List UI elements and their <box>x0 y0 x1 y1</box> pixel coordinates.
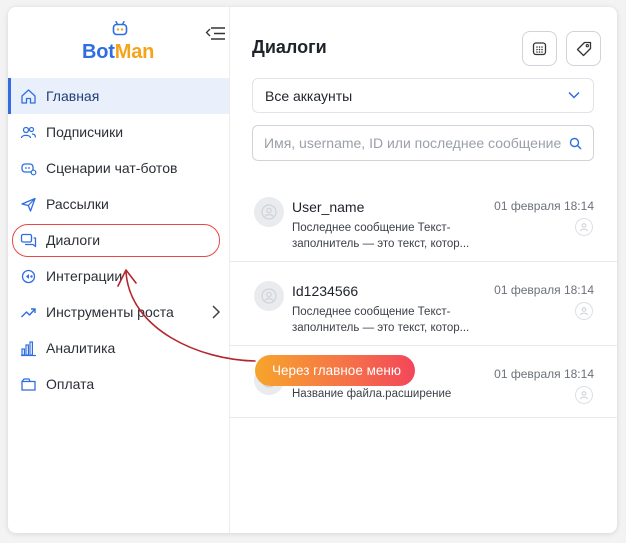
sidebar-item-mailings[interactable]: Рассылки <box>8 186 229 222</box>
logo-text-bot: Bot <box>82 41 115 63</box>
sidebar-item-subscribers[interactable]: Подписчики <box>8 114 229 150</box>
sidebar-item-payment[interactable]: Оплата <box>8 366 229 402</box>
sidebar-item-label: Интеграции <box>46 268 123 284</box>
calendar-icon <box>532 42 547 56</box>
logo-text-man: Man <box>114 41 155 63</box>
logo-text: BotMan <box>82 41 154 64</box>
search-icon[interactable] <box>569 137 582 150</box>
chevron-down-icon <box>568 91 580 99</box>
sidebar-item-analytics[interactable]: Аналитика <box>8 330 229 366</box>
main-menu: Главная Подписчики Сценарии чат-ботов Ра… <box>8 78 229 402</box>
dialog-last-message: Последнее сообщение Текст-заполнитель — … <box>292 222 470 250</box>
users-icon <box>20 124 37 141</box>
sidebar-item-dialogs[interactable]: Диалоги <box>8 222 229 258</box>
assigned-agent-icon <box>575 302 593 320</box>
sidebar-item-chatbot-scenarios[interactable]: Сценарии чат-ботов <box>8 150 229 186</box>
page-title: Диалоги <box>252 37 327 57</box>
dialogs-icon <box>20 232 37 249</box>
dialog-item[interactable]: Id1234566 Последнее сообщение Текст-запо… <box>230 262 617 346</box>
user-icon <box>261 204 277 220</box>
sidebar: BotMan Главная Подписчики Сценарии чат-б… <box>8 7 230 533</box>
calendar-button[interactable] <box>522 31 557 66</box>
chatbot-scenarios-icon <box>20 160 37 177</box>
dialog-date: 01 февраля 18:14 <box>494 283 594 297</box>
dialogs-panel: Диалоги Все аккаунты Имя, username, ID и… <box>230 7 617 533</box>
home-icon <box>20 88 37 105</box>
avatar <box>254 281 284 311</box>
analytics-icon <box>20 340 37 357</box>
app-window: BotMan Главная Подписчики Сценарии чат-б… <box>8 7 617 533</box>
search-input[interactable] <box>264 128 564 158</box>
account-select[interactable]: Все аккаунты <box>252 78 594 113</box>
account-select-value: Все аккаунты <box>265 87 353 104</box>
logo[interactable]: BotMan <box>82 21 158 65</box>
payment-icon <box>20 376 37 393</box>
sidebar-item-integrations[interactable]: Интеграции <box>8 258 229 294</box>
growth-icon <box>20 304 37 321</box>
callout-label: Через главное меню <box>255 355 415 386</box>
dialog-last-message: Название файла.расширение <box>292 388 452 400</box>
dialog-name: Id1234566 <box>292 283 359 299</box>
sidebar-item-label: Главная <box>46 88 100 104</box>
tag-icon <box>576 41 591 56</box>
search-box <box>252 125 594 161</box>
dialog-last-message: Последнее сообщение Текст-заполнитель — … <box>292 306 470 334</box>
dialog-date: 01 февраля 18:14 <box>494 367 594 381</box>
assigned-agent-icon <box>575 218 593 236</box>
sidebar-item-home[interactable]: Главная <box>8 78 229 114</box>
sidebar-item-growth-tools[interactable]: Инструменты роста <box>8 294 229 330</box>
menu-collapse-icon[interactable] <box>205 24 227 44</box>
user-icon <box>261 288 277 304</box>
sidebar-item-label: Аналитика <box>46 340 116 356</box>
dialog-name: User_name <box>292 199 365 215</box>
assigned-agent-icon <box>575 386 593 404</box>
integrations-icon <box>20 268 37 285</box>
sidebar-item-label: Диалоги <box>46 232 101 248</box>
robot-icon <box>112 21 128 36</box>
dialog-item[interactable]: User_name Последнее сообщение Текст-запо… <box>230 178 617 262</box>
sidebar-item-label: Подписчики <box>46 124 124 140</box>
sidebar-item-label: Сценарии чат-ботов <box>46 160 178 176</box>
send-icon <box>20 196 37 213</box>
sidebar-item-label: Инструменты роста <box>46 304 174 320</box>
tags-button[interactable] <box>566 31 601 66</box>
dialog-date: 01 февраля 18:14 <box>494 199 594 213</box>
avatar <box>254 197 284 227</box>
sidebar-item-label: Оплата <box>46 376 95 392</box>
sidebar-item-label: Рассылки <box>46 196 109 212</box>
chevron-right-icon <box>212 305 221 319</box>
